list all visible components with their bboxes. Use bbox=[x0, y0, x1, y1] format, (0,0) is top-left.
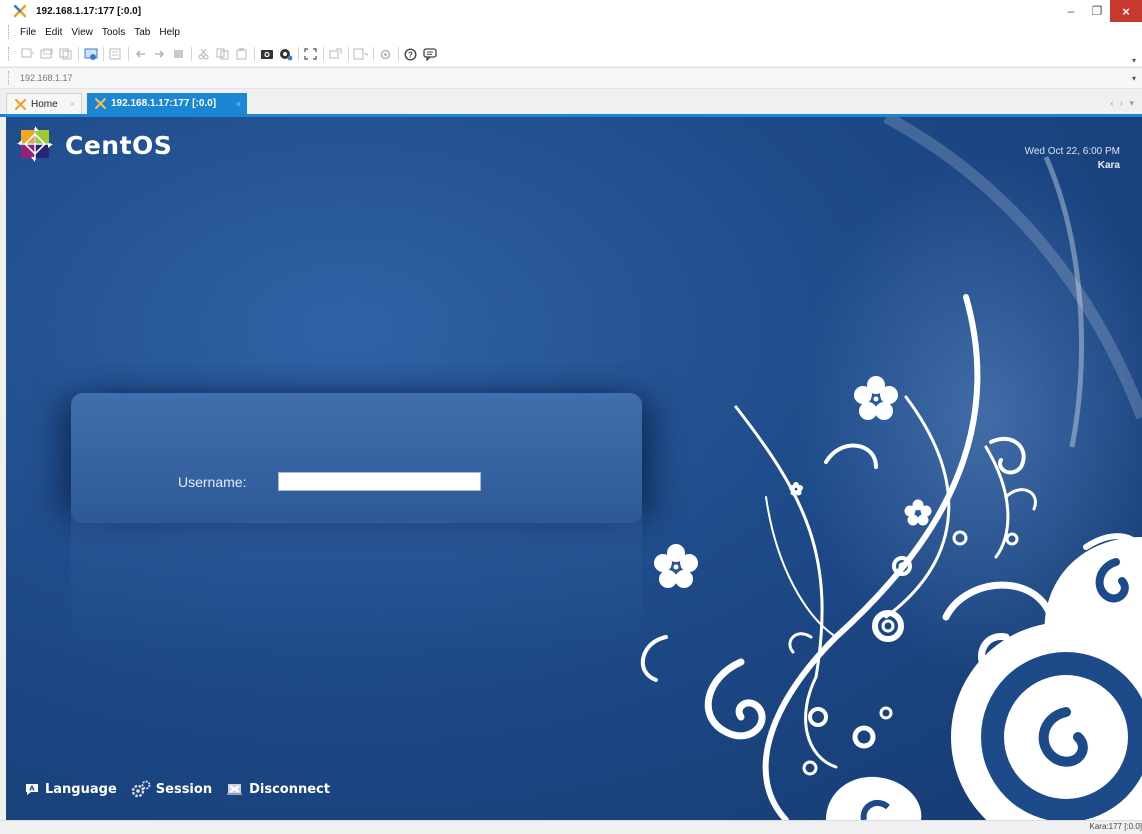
open-session-icon[interactable] bbox=[39, 47, 54, 62]
xmanager-app-icon bbox=[12, 3, 28, 19]
minimize-button[interactable]: – bbox=[1058, 0, 1084, 22]
address-bar: 192.168.1.17 ▾ bbox=[0, 67, 1142, 89]
stop-icon[interactable] bbox=[171, 47, 186, 62]
copy-session-icon[interactable] bbox=[58, 47, 73, 62]
toolbar-separator bbox=[128, 47, 129, 61]
layout-icon[interactable] bbox=[353, 47, 368, 62]
toolbar-separator bbox=[348, 47, 349, 61]
svg-text:A: A bbox=[29, 785, 35, 793]
language-label: Language bbox=[45, 781, 117, 797]
disconnect-label: Disconnect bbox=[249, 781, 330, 797]
language-button[interactable]: A Language bbox=[24, 781, 117, 797]
record-icon[interactable] bbox=[278, 47, 293, 62]
menu-help[interactable]: Help bbox=[159, 27, 180, 38]
tab-home-label: Home bbox=[31, 98, 58, 110]
cut-icon[interactable] bbox=[196, 47, 211, 62]
screenshot-icon[interactable] bbox=[259, 47, 274, 62]
hostname-label: Kara bbox=[1097, 160, 1120, 171]
login-actions: A Language Session Disconnect bbox=[24, 777, 344, 801]
tab-home[interactable]: Home × bbox=[6, 93, 82, 114]
tab-session-label: 192.168.1.17:177 [:0.0] bbox=[111, 98, 217, 109]
toolbar-separator bbox=[103, 47, 104, 61]
properties-icon[interactable] bbox=[108, 47, 123, 62]
toolbar-separator bbox=[323, 47, 324, 61]
title-bar: 192.168.1.17:177 [:0.0] – ❐ × bbox=[0, 0, 1142, 22]
forward-arrow-icon[interactable] bbox=[152, 47, 167, 62]
toolbar-separator bbox=[398, 47, 399, 61]
username-label: Username: bbox=[178, 474, 247, 490]
remote-desktop[interactable]: CentOS Wed Oct 22, 6:00 PM Kara Username… bbox=[6, 117, 1142, 820]
session-tab-icon bbox=[95, 98, 106, 109]
menu-file[interactable]: File bbox=[20, 27, 36, 38]
clock-panel: Wed Oct 22, 6:00 PM Kara bbox=[1025, 146, 1120, 171]
session-button[interactable]: Session bbox=[131, 780, 212, 798]
window-title: 192.168.1.17:177 [:0.0] bbox=[36, 5, 142, 17]
address-dropdown-chevron[interactable]: ▾ bbox=[1132, 74, 1136, 83]
settings-gear-icon[interactable] bbox=[378, 47, 393, 62]
username-input[interactable] bbox=[278, 472, 481, 491]
disconnect-icon bbox=[226, 781, 244, 797]
tab-home-close-icon[interactable]: × bbox=[70, 99, 75, 109]
menu-edit[interactable]: Edit bbox=[45, 27, 62, 38]
toolbar-separator bbox=[191, 47, 192, 61]
window-controls: – ❐ × bbox=[1058, 0, 1142, 22]
centos-logo-icon bbox=[17, 125, 53, 165]
maximize-button[interactable]: ❐ bbox=[1084, 0, 1110, 22]
address-grip bbox=[8, 71, 10, 85]
feedback-chat-icon[interactable] bbox=[422, 47, 437, 62]
tab-session-close-icon[interactable]: × bbox=[236, 99, 241, 109]
disconnect-button[interactable]: Disconnect bbox=[226, 781, 330, 797]
date-time-label: Wed Oct 22, 6:00 PM bbox=[1024, 146, 1120, 157]
toolbar: ? ▾ bbox=[0, 42, 1142, 66]
language-icon: A bbox=[24, 781, 40, 797]
menu-view[interactable]: View bbox=[71, 27, 93, 38]
home-tab-icon bbox=[15, 98, 26, 110]
status-session-label: Kara:177 [:0.0] bbox=[1089, 822, 1142, 831]
session-icon bbox=[131, 780, 151, 798]
back-arrow-icon[interactable] bbox=[133, 47, 148, 62]
toolbar-grip bbox=[8, 47, 10, 61]
svg-text:?: ? bbox=[408, 50, 413, 59]
menu-tools[interactable]: Tools bbox=[102, 27, 125, 38]
transfer-icon[interactable] bbox=[328, 47, 343, 62]
copy-icon[interactable] bbox=[215, 47, 230, 62]
centos-brand: CentOS bbox=[17, 125, 173, 165]
login-panel-body bbox=[71, 507, 642, 657]
centos-wordmark: CentOS bbox=[65, 130, 173, 160]
fullscreen-icon[interactable] bbox=[303, 47, 318, 62]
help-icon[interactable]: ? bbox=[403, 47, 418, 62]
new-session-icon[interactable] bbox=[20, 47, 35, 62]
tab-session[interactable]: 192.168.1.17:177 [:0.0] × bbox=[87, 93, 247, 114]
menu-bar: File Edit View Tools Tab Help bbox=[0, 22, 1142, 42]
toolbar-separator bbox=[254, 47, 255, 61]
paste-icon[interactable] bbox=[234, 47, 249, 62]
tab-bar: Home × 192.168.1.17:177 [:0.0] × ‹ › ▾ bbox=[0, 90, 1142, 114]
status-bar: Kara:177 [:0.0] bbox=[0, 820, 1142, 834]
menu-tab[interactable]: Tab bbox=[134, 27, 150, 38]
address-input[interactable]: 192.168.1.17 bbox=[20, 73, 73, 83]
menu-grip bbox=[8, 25, 10, 39]
session-manager-icon[interactable] bbox=[83, 47, 98, 62]
toolbar-overflow-chevron[interactable]: ▾ bbox=[1132, 56, 1136, 65]
toolbar-separator bbox=[78, 47, 79, 61]
tab-navigation-arrows[interactable]: ‹ › ▾ bbox=[1110, 98, 1136, 109]
toolbar-separator bbox=[373, 47, 374, 61]
login-panel bbox=[71, 393, 642, 523]
toolbar-separator bbox=[298, 47, 299, 61]
session-label: Session bbox=[155, 781, 213, 797]
close-button[interactable]: × bbox=[1110, 0, 1142, 22]
